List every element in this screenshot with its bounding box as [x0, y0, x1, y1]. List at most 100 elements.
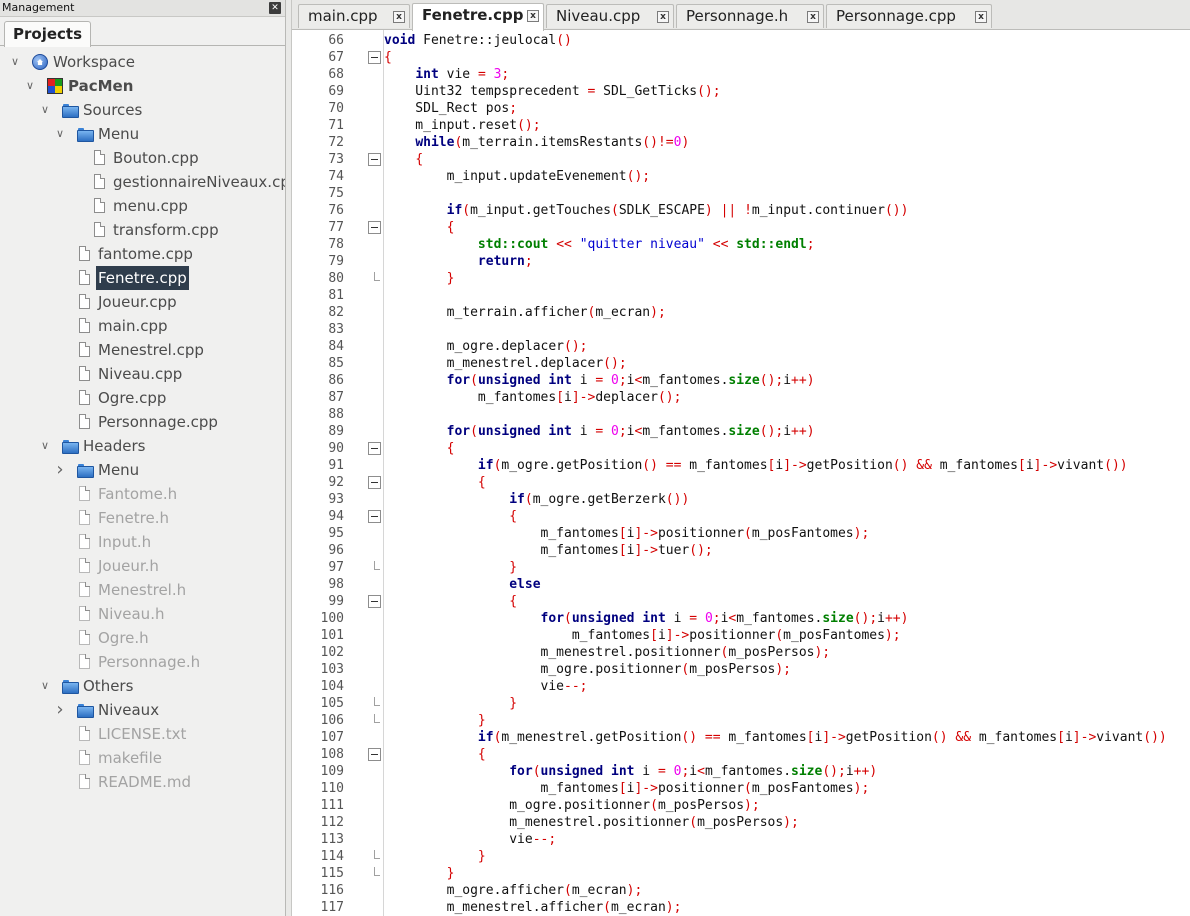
code-line[interactable]: 77 { [292, 219, 1190, 236]
fold-collapse-icon[interactable] [368, 442, 381, 455]
code-view[interactable]: 66 void Fenetre::jeulocal() 67{68 int vie … [292, 30, 1190, 916]
code-line[interactable]: 99 { [292, 593, 1190, 610]
code-line[interactable]: 84 m_ogre.deplacer(); [292, 338, 1190, 355]
code-line[interactable]: 83 [292, 321, 1190, 338]
code-line[interactable]: 104 vie--; [292, 678, 1190, 695]
tree-item[interactable]: ∨ PacMen [0, 74, 285, 98]
code-line[interactable]: 75 [292, 185, 1190, 202]
close-icon[interactable]: x [527, 10, 539, 22]
code-line[interactable]: 114 } [292, 848, 1190, 865]
code-line[interactable]: 93 if(m_ogre.getBerzerk()) [292, 491, 1190, 508]
tree-item[interactable]: Fenetre.h [0, 506, 285, 530]
code-line[interactable]: 105 } [292, 695, 1190, 712]
tree-item[interactable]: Fenetre.cpp [0, 266, 285, 290]
tree-item[interactable]: LICENSE.txt [0, 722, 285, 746]
code-line[interactable]: 112 m_menestrel.positionner(m_posPersos)… [292, 814, 1190, 831]
tree-item[interactable]: Joueur.h [0, 554, 285, 578]
tree-item[interactable]: Joueur.cpp [0, 290, 285, 314]
code-line[interactable]: 103 m_ogre.positionner(m_posPersos); [292, 661, 1190, 678]
code-line[interactable]: 117 m_menestrel.afficher(m_ecran); [292, 899, 1190, 916]
code-line[interactable]: 115 } [292, 865, 1190, 882]
code-line[interactable]: 108 { [292, 746, 1190, 763]
tree-item[interactable]: › Niveaux [0, 698, 285, 722]
code-line[interactable]: 87 m_fantomes[i]->deplacer(); [292, 389, 1190, 406]
chevron-down-icon[interactable]: ∨ [23, 74, 37, 98]
code-line[interactable]: 109 for(unsigned int i = 0;i<m_fantomes.… [292, 763, 1190, 780]
code-line[interactable]: 69 Uint32 tempsprecedent = SDL_GetTicks(… [292, 83, 1190, 100]
code-line[interactable]: 91 if(m_ogre.getPosition() == m_fantomes… [292, 457, 1190, 474]
tree-item[interactable]: ∨ Sources [0, 98, 285, 122]
code-line[interactable]: 110 m_fantomes[i]->positionner(m_posFant… [292, 780, 1190, 797]
code-line[interactable]: 76 if(m_input.getTouches(SDLK_ESCAPE) ||… [292, 202, 1190, 219]
code-line[interactable]: 82 m_terrain.afficher(m_ecran); [292, 304, 1190, 321]
editor-tab[interactable]: Niveau.cpp x [546, 4, 674, 28]
chevron-right-icon[interactable]: › [53, 458, 67, 482]
chevron-down-icon[interactable]: ∨ [53, 122, 67, 146]
code-line[interactable]: 88 [292, 406, 1190, 423]
close-icon[interactable]: x [657, 11, 669, 23]
close-icon[interactable]: x [393, 11, 405, 23]
code-line[interactable]: 90 { [292, 440, 1190, 457]
fold-collapse-icon[interactable] [368, 510, 381, 523]
close-icon[interactable]: ✕ [269, 2, 281, 14]
tree-item[interactable]: Personnage.h [0, 650, 285, 674]
tree-item[interactable]: Menestrel.h [0, 578, 285, 602]
fold-collapse-icon[interactable] [368, 476, 381, 489]
tree-item[interactable]: transform.cpp [0, 218, 285, 242]
chevron-down-icon[interactable]: ∨ [38, 434, 52, 458]
chevron-down-icon[interactable]: ∨ [38, 98, 52, 122]
tree-item[interactable]: Ogre.cpp [0, 386, 285, 410]
code-line[interactable]: 85 m_menestrel.deplacer(); [292, 355, 1190, 372]
code-line[interactable]: 107 if(m_menestrel.getPosition() == m_fa… [292, 729, 1190, 746]
tree-item[interactable]: Niveau.cpp [0, 362, 285, 386]
tree-item[interactable]: Niveau.h [0, 602, 285, 626]
code-line[interactable]: 86 for(unsigned int i = 0;i<m_fantomes.s… [292, 372, 1190, 389]
code-line[interactable]: 79 return; [292, 253, 1190, 270]
code-line[interactable]: 96 m_fantomes[i]->tuer(); [292, 542, 1190, 559]
code-line[interactable]: 97 } [292, 559, 1190, 576]
fold-collapse-icon[interactable] [368, 221, 381, 234]
code-line[interactable]: 73 { [292, 151, 1190, 168]
editor-tab[interactable]: Fenetre.cpp x [412, 3, 544, 31]
code-line[interactable]: 95 m_fantomes[i]->positionner(m_posFanto… [292, 525, 1190, 542]
tree-item[interactable]: ∨ Headers [0, 434, 285, 458]
tree-item[interactable]: Personnage.cpp [0, 410, 285, 434]
code-line[interactable]: 78 std::cout << "quitter niveau" << std:… [292, 236, 1190, 253]
code-line[interactable]: 102 m_menestrel.positionner(m_posPersos)… [292, 644, 1190, 661]
editor-tab[interactable]: main.cpp x [298, 4, 410, 28]
code-line[interactable]: 100 for(unsigned int i = 0;i<m_fantomes.… [292, 610, 1190, 627]
close-icon[interactable]: x [807, 11, 819, 23]
tree-item[interactable]: ∨ Workspace [0, 50, 285, 74]
code-line[interactable]: 92 { [292, 474, 1190, 491]
code-line[interactable]: 106 } [292, 712, 1190, 729]
code-line[interactable]: 89 for(unsigned int i = 0;i<m_fantomes.s… [292, 423, 1190, 440]
code-line[interactable]: 101 m_fantomes[i]->positionner(m_posFant… [292, 627, 1190, 644]
chevron-down-icon[interactable]: ∨ [38, 674, 52, 698]
tree-item[interactable]: Input.h [0, 530, 285, 554]
code-line[interactable]: 71 m_input.reset(); [292, 117, 1190, 134]
chevron-right-icon[interactable]: › [53, 698, 67, 722]
tree-item[interactable]: gestionnaireNiveaux.cpp [0, 170, 285, 194]
tree-item[interactable]: Ogre.h [0, 626, 285, 650]
tree-item[interactable]: › Menu [0, 458, 285, 482]
fold-collapse-icon[interactable] [368, 595, 381, 608]
code-line[interactable]: 66 void Fenetre::jeulocal() [292, 32, 1190, 49]
code-line[interactable]: 94 { [292, 508, 1190, 525]
tree-item[interactable]: Menestrel.cpp [0, 338, 285, 362]
code-line[interactable]: 113 vie--; [292, 831, 1190, 848]
fold-collapse-icon[interactable] [368, 748, 381, 761]
fold-collapse-icon[interactable] [368, 51, 381, 64]
tree-item[interactable]: ∨ Others [0, 674, 285, 698]
editor-tab[interactable]: Personnage.h x [676, 4, 824, 28]
close-icon[interactable]: x [975, 11, 987, 23]
tree-item[interactable]: Fantome.h [0, 482, 285, 506]
tree-item[interactable]: ∨ Menu [0, 122, 285, 146]
code-line[interactable]: 80 } [292, 270, 1190, 287]
code-line[interactable]: 72 while(m_terrain.itemsRestants()!=0) [292, 134, 1190, 151]
code-line[interactable]: 81 [292, 287, 1190, 304]
tree-item[interactable]: fantome.cpp [0, 242, 285, 266]
tab-projects[interactable]: Projects [4, 21, 92, 47]
tree-item[interactable]: menu.cpp [0, 194, 285, 218]
editor-tab[interactable]: Personnage.cpp x [826, 4, 992, 28]
code-line[interactable]: 116 m_ogre.afficher(m_ecran); [292, 882, 1190, 899]
